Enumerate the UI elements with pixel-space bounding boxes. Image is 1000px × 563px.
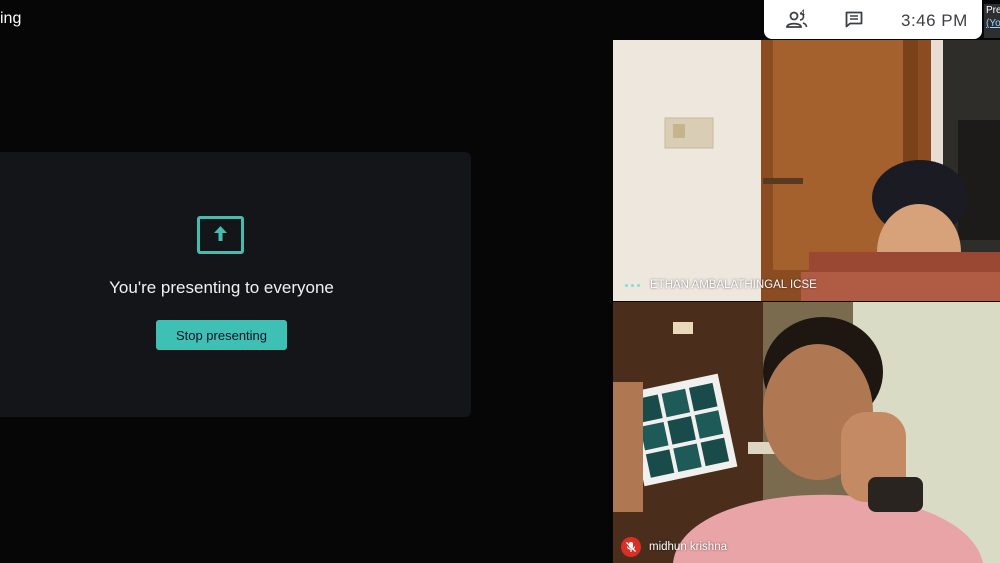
- meeting-top-bar: 4 3:46 PM: [764, 0, 982, 39]
- participant-name: midhun krishna: [649, 541, 727, 553]
- participant-name: ETHAN AMBALATHINGAL ICSE: [650, 279, 817, 291]
- mic-off-icon: [621, 537, 641, 557]
- stop-presenting-button[interactable]: Stop presenting: [156, 320, 287, 350]
- meeting-title: ing: [0, 10, 22, 27]
- participant-tile-ethan[interactable]: ETHAN AMBALATHINGAL ICSE: [613, 40, 1000, 301]
- participant-tile-midhun[interactable]: midhun krishna: [613, 302, 1000, 563]
- presenting-card: You're presenting to everyone Stop prese…: [0, 152, 471, 417]
- presentation-chip[interactable]: Pre (Yo: [984, 4, 1000, 38]
- presentation-chip-line2: (Yo: [986, 18, 1000, 29]
- participant-name-tag: midhun krishna: [613, 531, 1000, 563]
- speaking-dots-icon: [625, 283, 640, 287]
- participant-name-tag: ETHAN AMBALATHINGAL ICSE: [613, 269, 1000, 301]
- chat-icon[interactable]: [845, 11, 863, 28]
- meeting-clock: 3:46 PM: [901, 11, 968, 30]
- present-screen-icon: [197, 216, 244, 254]
- presentation-chip-line1: Pre: [986, 5, 1000, 16]
- participants-count: 4: [800, 8, 806, 18]
- participant-video-midhun: [613, 302, 1000, 563]
- people-icon[interactable]: [784, 10, 810, 30]
- participant-video-ethan: [613, 40, 1000, 301]
- presenting-status-text: You're presenting to everyone: [109, 278, 334, 297]
